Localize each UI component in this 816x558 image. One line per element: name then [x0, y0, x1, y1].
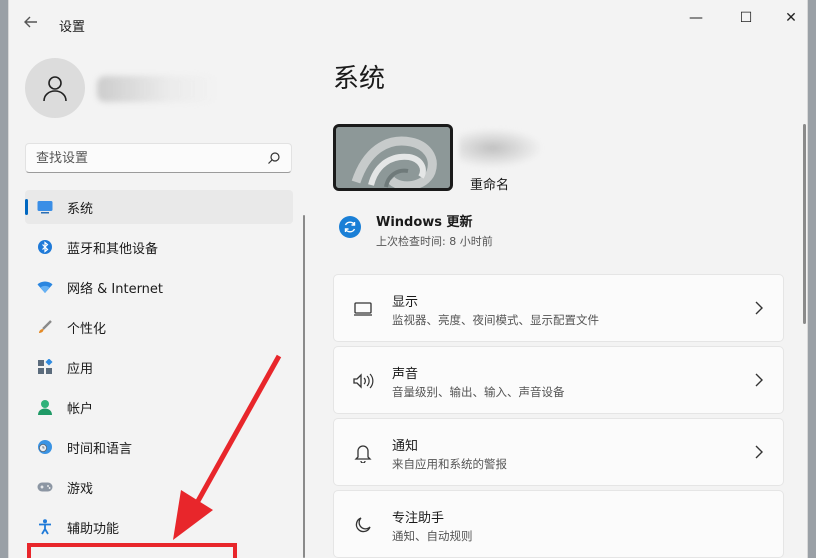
search-box[interactable] — [25, 143, 292, 173]
maximize-button[interactable]: ☐ — [731, 8, 761, 28]
chevron-right-icon — [755, 373, 763, 387]
minimize-button[interactable]: — — [681, 8, 711, 28]
avatar[interactable] — [25, 58, 85, 118]
app-title: 设置 — [59, 20, 86, 35]
display-settings-card[interactable]: 显示 监视器、亮度、夜间模式、显示配置文件 — [333, 274, 784, 342]
card-title: 通知 — [392, 439, 419, 454]
sidebar-item-label: 网络 & Internet — [67, 281, 164, 297]
sidebar-scrollbar[interactable] — [303, 215, 305, 558]
sidebar-item-label: 蓝牙和其他设备 — [67, 241, 159, 257]
apps-icon — [37, 359, 53, 375]
wifi-icon — [37, 279, 53, 295]
account-icon — [37, 399, 53, 415]
sidebar-item-system[interactable]: 系统 — [25, 190, 293, 224]
sidebar-item-label: 游戏 — [67, 481, 94, 497]
accessibility-icon — [37, 519, 53, 535]
gamepad-icon — [37, 479, 53, 495]
chevron-right-icon — [755, 301, 763, 315]
moon-icon — [352, 515, 374, 535]
red-arrow-annotation — [173, 354, 282, 540]
sidebar-item-bluetooth[interactable]: 蓝牙和其他设备 — [25, 230, 293, 264]
device-wallpaper-thumbnail — [333, 124, 453, 191]
card-title: 声音 — [392, 367, 419, 382]
card-description: 来自应用和系统的警报 — [392, 457, 507, 471]
red-highlight-box — [27, 543, 237, 558]
rename-link[interactable]: 重命名 — [470, 174, 509, 193]
card-title: 专注助手 — [392, 511, 445, 526]
sidebar-item-label: 辅助功能 — [67, 521, 120, 537]
card-description: 音量级别、输出、输入、声音设备 — [392, 385, 565, 399]
settings-window: 设置 — ☐ ✕ 系统 蓝牙和其他设备 — [8, 0, 808, 558]
chevron-right-icon — [755, 445, 763, 459]
sound-settings-card[interactable]: 声音 音量级别、输出、输入、声音设备 — [333, 346, 784, 414]
sidebar-item-label: 应用 — [67, 361, 94, 377]
update-subtitle: 上次检查时间: 8 小时前 — [376, 235, 493, 248]
sidebar-item-label: 系统 — [67, 201, 94, 217]
close-button[interactable]: ✕ — [776, 8, 806, 28]
card-title: 显示 — [392, 295, 419, 310]
bluetooth-icon — [37, 239, 53, 255]
brush-icon — [37, 319, 53, 335]
user-icon — [43, 76, 67, 102]
sidebar-item-label: 帐户 — [67, 401, 94, 417]
device-name-redacted — [459, 128, 543, 168]
sidebar-item-label: 个性化 — [67, 321, 107, 337]
sidebar-item-label: 时间和语言 — [67, 441, 133, 457]
update-title: Windows 更新 — [376, 215, 473, 230]
search-icon[interactable] — [267, 151, 281, 165]
monitor-icon — [37, 199, 53, 215]
sidebar-item-network[interactable]: 网络 & Internet — [25, 270, 293, 304]
page-title: 系统 — [333, 64, 386, 94]
windows-update-status[interactable]: Windows 更新 上次检查时间: 8 小时前 — [339, 208, 779, 252]
card-description: 通知、自动规则 — [392, 529, 473, 543]
user-name-redacted — [97, 76, 217, 102]
card-description: 监视器、亮度、夜间模式、显示配置文件 — [392, 313, 599, 327]
bell-icon — [352, 443, 374, 463]
sync-icon — [339, 216, 361, 238]
display-icon — [352, 299, 374, 319]
main-scrollbar[interactable] — [803, 124, 806, 324]
globe-clock-icon — [37, 439, 53, 455]
back-arrow-icon[interactable] — [23, 14, 45, 36]
focus-assist-settings-card[interactable]: 专注助手 通知、自动规则 — [333, 490, 784, 558]
search-input[interactable] — [36, 150, 267, 166]
title-bar: 设置 — ☐ ✕ — [9, 0, 807, 48]
speaker-icon — [352, 371, 374, 391]
notifications-settings-card[interactable]: 通知 来自应用和系统的警报 — [333, 418, 784, 486]
sidebar-item-personalization[interactable]: 个性化 — [25, 310, 293, 344]
